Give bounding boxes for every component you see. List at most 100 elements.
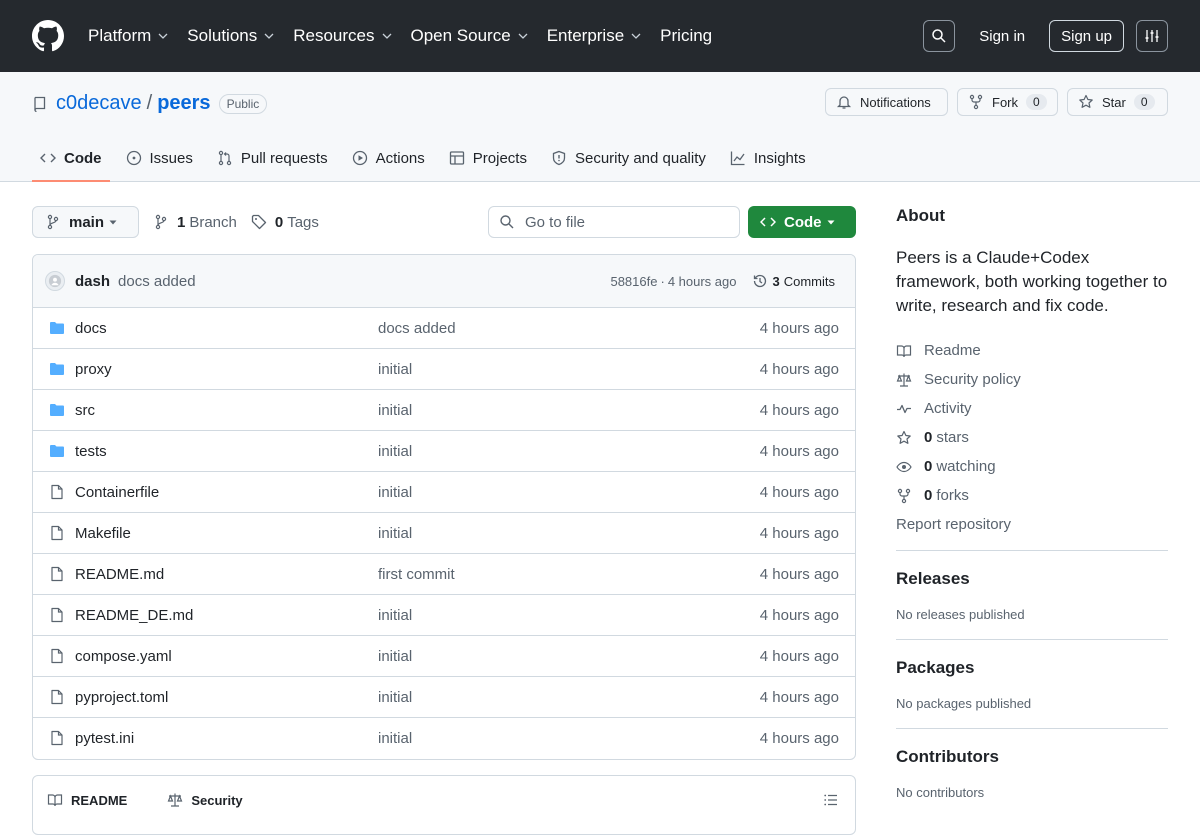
- commit-author-link[interactable]: dash: [75, 273, 110, 290]
- table-row[interactable]: src initial 4 hours ago: [33, 390, 855, 431]
- security-policy-link[interactable]: Security policy: [896, 365, 1168, 394]
- readme-tab-label: README: [71, 792, 128, 808]
- file-commit-message-link[interactable]: docs added: [378, 320, 456, 337]
- file-name-link[interactable]: README.md: [75, 566, 164, 583]
- search-button[interactable]: [923, 20, 956, 52]
- repo-icon: [34, 96, 46, 112]
- star-count: 0: [1133, 94, 1155, 110]
- appearance-settings-button[interactable]: [1136, 20, 1168, 52]
- signin-link[interactable]: Sign in: [979, 28, 1025, 45]
- nav-platform[interactable]: Platform: [88, 26, 169, 46]
- folder-icon: [50, 445, 64, 457]
- go-to-file-input[interactable]: Go to file: [488, 206, 740, 238]
- file-commit-message-link[interactable]: initial: [378, 607, 412, 624]
- file-name-link[interactable]: Makefile: [75, 525, 131, 542]
- table-row[interactable]: pyproject.toml initial 4 hours ago: [33, 677, 855, 718]
- commits-link[interactable]: 3 Commits: [752, 273, 835, 289]
- file-name-link[interactable]: README_DE.md: [75, 607, 193, 624]
- nav-pricing[interactable]: Pricing: [660, 26, 712, 46]
- table-row[interactable]: README.md first commit 4 hours ago: [33, 554, 855, 595]
- table-row[interactable]: Containerfile initial 4 hours ago: [33, 472, 855, 513]
- tab-actions[interactable]: Actions: [344, 136, 433, 180]
- activity-link[interactable]: Activity: [896, 394, 1168, 423]
- file-commit-message-link[interactable]: initial: [378, 648, 412, 665]
- nav-open-source[interactable]: Open Source: [411, 26, 529, 46]
- file-icon: [51, 648, 63, 664]
- stars-link[interactable]: 0 stars: [896, 423, 1168, 452]
- stars-count: 0: [924, 429, 933, 446]
- avatar[interactable]: [45, 271, 65, 291]
- nav-solutions[interactable]: Solutions: [187, 26, 275, 46]
- about-description: Peers is a Claude+Codex framework, both …: [896, 248, 1168, 315]
- readme-link[interactable]: Readme: [896, 336, 1168, 365]
- file-name-link[interactable]: src: [75, 402, 95, 419]
- star-button[interactable]: Star 0: [1067, 88, 1168, 116]
- tab-insights[interactable]: Insights: [722, 136, 814, 180]
- tags-link[interactable]: 0 Tags: [251, 214, 319, 231]
- tab-code[interactable]: Code: [32, 136, 110, 182]
- signup-button[interactable]: Sign up: [1049, 20, 1124, 52]
- file-commit-message-link[interactable]: initial: [378, 402, 412, 419]
- code-dropdown-button[interactable]: Code: [748, 206, 856, 238]
- tab-projects[interactable]: Projects: [441, 136, 535, 180]
- table-row[interactable]: README_DE.md initial 4 hours ago: [33, 595, 855, 636]
- file-age: 4 hours ago: [759, 565, 839, 583]
- releases-heading[interactable]: Releases: [896, 569, 1168, 589]
- table-row[interactable]: Makefile initial 4 hours ago: [33, 513, 855, 554]
- file-name-link[interactable]: proxy: [75, 361, 112, 378]
- code-icon: [40, 153, 56, 163]
- branches-link[interactable]: 1 Branch: [153, 214, 237, 231]
- watching-link[interactable]: 0 watching: [896, 452, 1168, 481]
- commit-message-link[interactable]: docs added: [118, 273, 196, 290]
- contributors-heading[interactable]: Contributors: [896, 747, 1168, 767]
- nav-label: Platform: [88, 26, 152, 45]
- file-commit-message-link[interactable]: first commit: [378, 566, 455, 583]
- outline-list-icon[interactable]: [823, 792, 839, 808]
- table-row[interactable]: tests initial 4 hours ago: [33, 431, 855, 472]
- file-name-link[interactable]: pyproject.toml: [75, 689, 168, 706]
- global-header: Platform Solutions Resources Open Source…: [0, 0, 1200, 72]
- branch-select-button[interactable]: main: [32, 206, 139, 238]
- file-name-link[interactable]: tests: [75, 443, 107, 460]
- nav-enterprise[interactable]: Enterprise: [547, 26, 642, 46]
- file-name-link[interactable]: docs: [75, 320, 107, 337]
- file-commit-message-link[interactable]: initial: [378, 525, 412, 542]
- tab-issues[interactable]: Issues: [118, 136, 201, 180]
- readme-tab[interactable]: README: [47, 792, 147, 808]
- file-name-link[interactable]: Containerfile: [75, 484, 159, 501]
- repo-actions: Notifications Fork 0 Star 0: [825, 88, 1168, 116]
- security-policy-label: Security policy: [924, 371, 1021, 388]
- file-commit-message-link[interactable]: initial: [378, 361, 412, 378]
- forks-link[interactable]: 0 forks: [896, 481, 1168, 510]
- contributors-empty-text: No contributors: [896, 785, 985, 800]
- github-logo-icon[interactable]: [32, 20, 64, 52]
- file-age: 4 hours ago: [759, 360, 839, 378]
- table-row[interactable]: compose.yaml initial 4 hours ago: [33, 636, 855, 677]
- file-name-link[interactable]: compose.yaml: [75, 648, 172, 665]
- file-commit-message-link[interactable]: initial: [378, 689, 412, 706]
- packages-heading[interactable]: Packages: [896, 658, 1168, 678]
- table-row[interactable]: docs docs added 4 hours ago: [33, 308, 855, 349]
- table-row[interactable]: pytest.ini initial 4 hours ago: [33, 718, 855, 759]
- tab-pull-requests[interactable]: Pull requests: [209, 136, 336, 180]
- repo-sidebar: About Peers is a Claude+Codex framework,…: [896, 206, 1168, 800]
- file-commit-message-link[interactable]: initial: [378, 730, 412, 747]
- file-commit-message-link[interactable]: initial: [378, 443, 412, 460]
- notifications-button[interactable]: Notifications: [825, 88, 948, 116]
- repo-owner-link[interactable]: c0decave: [56, 92, 142, 115]
- tab-label: Projects: [472, 149, 527, 167]
- fork-button[interactable]: Fork 0: [957, 88, 1058, 116]
- tab-security[interactable]: Security and quality: [543, 136, 714, 180]
- commit-hash-link[interactable]: 58816fe: [610, 274, 657, 289]
- file-commit-message-link[interactable]: initial: [378, 484, 412, 501]
- nav-resources[interactable]: Resources: [293, 26, 392, 46]
- file-name-link[interactable]: pytest.ini: [75, 730, 134, 747]
- report-repository-link[interactable]: Report repository: [896, 516, 1168, 533]
- table-row[interactable]: proxy initial 4 hours ago: [33, 349, 855, 390]
- history-icon: [754, 274, 767, 288]
- file-age: 4 hours ago: [759, 319, 839, 337]
- security-tab[interactable]: Security: [167, 792, 262, 808]
- search-icon: [932, 29, 946, 43]
- repo-name-link[interactable]: peers: [157, 92, 210, 115]
- security-tab-label: Security: [191, 792, 243, 808]
